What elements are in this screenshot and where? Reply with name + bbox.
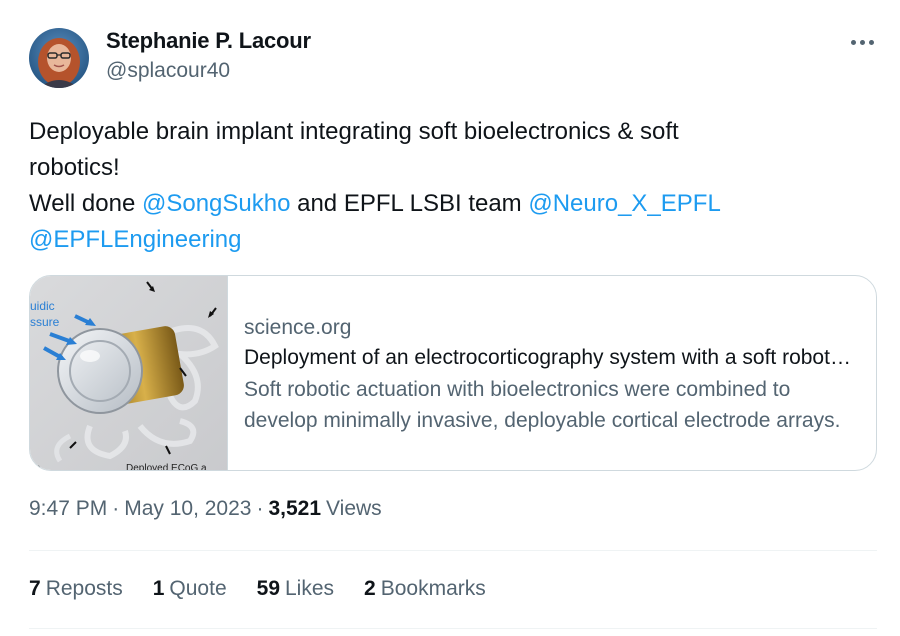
stat-label: Bookmarks [380,577,486,600]
tweet-time[interactable]: 9:47 PM [29,497,107,521]
tweet-line-3: Well done @SongSukho and EPFL LSBI team … [29,186,849,222]
card-description-line-2: develop minimally invasive, deployable c… [244,409,841,432]
thumb-label-3: Deployed ECoG a [126,463,207,471]
tweet-meta: 9:47 PM · May 10, 2023 · 3,521 Views [29,497,382,521]
meta-separator: · [256,497,264,520]
stat-label: Quote [169,577,227,600]
stat-count: 1 [152,577,165,600]
card-description: Soft robotic actuation with bioelectroni… [244,374,856,436]
bookmarks-stat[interactable]: 2 Bookmarks [364,577,486,601]
views-count[interactable]: 3,521 [268,497,321,521]
stat-count: 7 [29,577,41,600]
card-description-line-1: Soft robotic actuation with bioelectroni… [244,378,791,401]
tweet-date[interactable]: May 10, 2023 [124,497,251,521]
mention-link-songsukho[interactable]: @SongSukho [142,190,290,217]
tweet-text-segment: and EPFL LSBI team [290,190,529,217]
card-title: Deployment of an electrocorticography sy… [244,346,852,369]
tweet-line-4: @EPFLEngineering [29,222,849,258]
tweet-line-2: robotics! [29,154,120,181]
stat-label: Reposts [45,577,123,600]
tweet-text: Deployable brain implant integrating sof… [29,114,849,258]
thumb-label-4: m [32,463,40,471]
link-preview-card[interactable]: uidic ssure Deployed ECoG a m science.or… [29,275,877,471]
stat-count: 2 [364,577,376,600]
author-name[interactable]: Stephanie P. Lacour [106,28,311,54]
mention-link-neuro-x-epfl[interactable]: @Neuro_X_EPFL [528,190,720,217]
card-thumbnail: uidic ssure Deployed ECoG a m [30,276,228,471]
author-avatar[interactable] [29,28,89,88]
stat-count: 59 [256,577,280,600]
meta-separator: · [112,497,120,520]
thumb-label-2: ssure [30,315,60,329]
card-body: science.org Deployment of an electrocort… [228,276,876,470]
reposts-stat[interactable]: 7 Reposts [29,577,123,601]
more-horizontal-icon[interactable] [842,28,882,56]
tweet-line-1: Deployable brain implant integrating sof… [29,118,679,145]
author-handle[interactable]: @splacour40 [106,59,230,83]
views-label: Views [326,497,382,520]
card-domain: science.org [244,316,352,339]
quotes-stat[interactable]: 1 Quote [153,577,227,601]
tweet-text-segment: Well done [29,190,142,217]
mention-link-epfl-engineering[interactable]: @EPFLEngineering [29,226,241,253]
stat-label: Likes [285,577,335,600]
engagement-stats: 7 Reposts 1 Quote 59 Likes 2 Bookmarks [29,577,516,601]
divider [29,550,877,551]
thumb-label-1: uidic [30,299,55,313]
likes-stat[interactable]: 59 Likes [257,577,334,601]
divider [29,628,877,629]
